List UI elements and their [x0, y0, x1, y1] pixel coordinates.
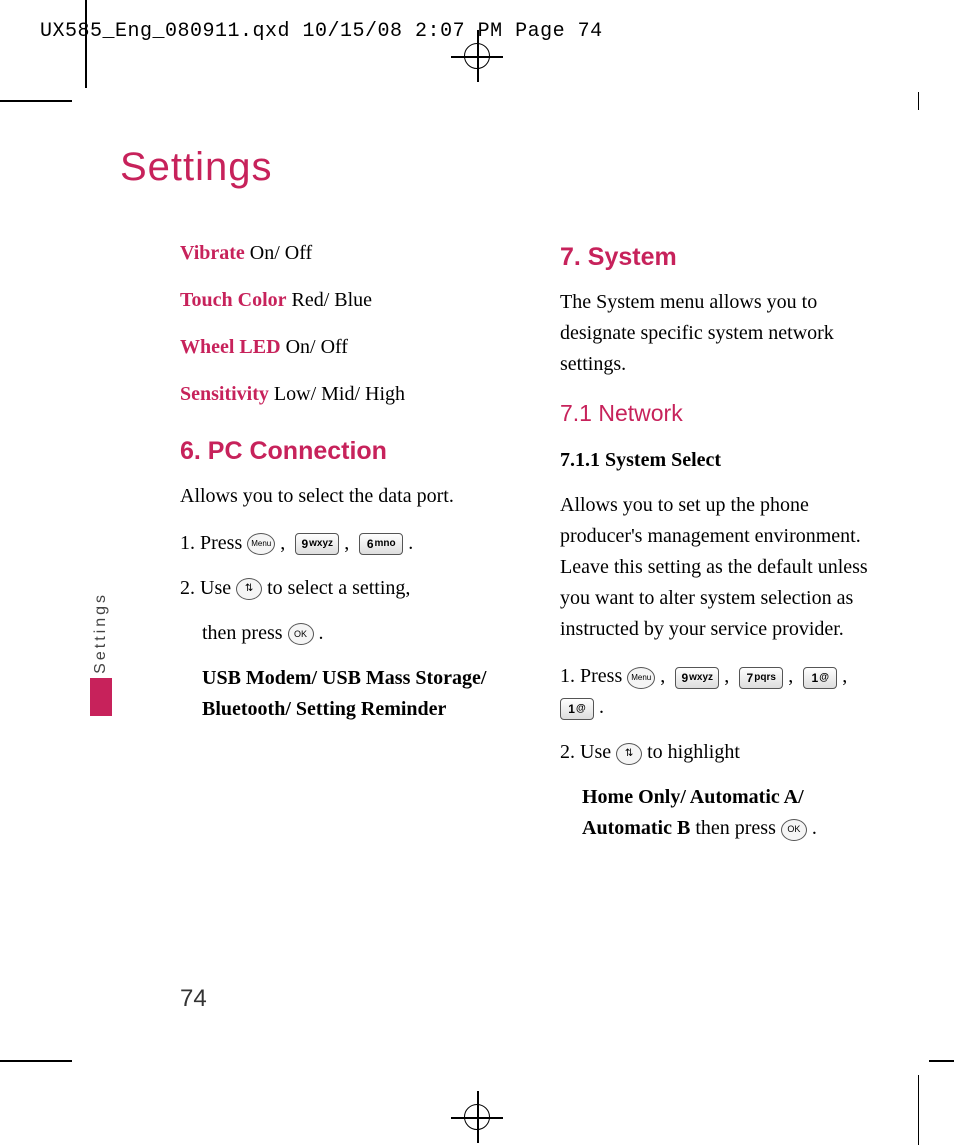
- pc-connection-desc: Allows you to select the data port.: [180, 481, 500, 512]
- step-text: then press: [690, 817, 781, 839]
- side-tab-bar: [90, 678, 112, 716]
- option-label: Sensitivity: [180, 383, 269, 405]
- key-1-icon: 1@: [803, 667, 837, 689]
- option-sensitivity: Sensitivity Low/ Mid/ High: [180, 379, 500, 410]
- option-touch-color: Touch Color Red/ Blue: [180, 285, 500, 316]
- right-column: 7. System The System menu allows you to …: [540, 238, 880, 858]
- option-values: Red/ Blue: [287, 289, 373, 311]
- step-text: to highlight: [647, 741, 740, 763]
- step-text: 2. Use: [560, 741, 616, 763]
- prepress-header: UX585_Eng_080911.qxd 10/15/08 2:07 PM Pa…: [40, 20, 603, 43]
- crop-mark: [929, 1060, 954, 1062]
- pc-connection-options: USB Modem/ USB Mass Storage/ Bluetooth/ …: [202, 663, 500, 725]
- option-values: On/ Off: [281, 336, 348, 358]
- left-column: Vibrate On/ Off Touch Color Red/ Blue Wh…: [120, 238, 500, 858]
- heading-pc-connection: 6. PC Connection: [180, 432, 500, 471]
- step-text: then press: [202, 622, 288, 644]
- option-values: On/ Off: [245, 242, 312, 264]
- menu-key-icon: Menu: [247, 533, 275, 555]
- key-9-icon: 9wxyz: [675, 667, 719, 689]
- key-9-icon: 9wxyz: [295, 533, 339, 555]
- page-number: 74: [180, 985, 207, 1013]
- step-2-cont: then press OK .: [202, 618, 500, 649]
- step-2: 2. Use ⇅ to select a setting,: [180, 573, 500, 604]
- option-wheel-led: Wheel LED On/ Off: [180, 332, 500, 363]
- heading-system: 7. System: [560, 238, 880, 277]
- page-title: Settings: [120, 145, 900, 190]
- step-2-cont: Home Only/ Automatic A/ Automatic B then…: [582, 782, 880, 844]
- key-7-icon: 7pqrs: [739, 667, 783, 689]
- menu-key-icon: Menu: [627, 667, 655, 689]
- option-label: Touch Color: [180, 289, 287, 311]
- crop-mark: [85, 0, 87, 88]
- ok-key-icon: OK: [781, 819, 807, 841]
- option-values: Low/ Mid/ High: [269, 383, 405, 405]
- key-1-icon: 1@: [560, 698, 594, 720]
- step-text: to select a setting,: [267, 577, 410, 599]
- crop-mark: [0, 100, 72, 102]
- option-label: Vibrate: [180, 242, 245, 264]
- system-select-desc: Allows you to set up the phone producer'…: [560, 490, 880, 645]
- step-text: 1. Press: [180, 532, 247, 554]
- nav-key-icon: ⇅: [616, 743, 642, 765]
- key-6-icon: 6mno: [359, 533, 403, 555]
- crop-mark: [0, 1060, 72, 1062]
- registration-mark-bottom: [464, 1104, 490, 1130]
- ok-key-icon: OK: [288, 623, 314, 645]
- option-label: Wheel LED: [180, 336, 281, 358]
- crop-mark: [918, 92, 920, 110]
- side-tab-label: Settings: [92, 592, 110, 674]
- option-vibrate: Vibrate On/ Off: [180, 238, 500, 269]
- system-desc: The System menu allows you to designate …: [560, 287, 880, 380]
- step-1: 1. Press Menu , 9wxyz , 6mno .: [180, 528, 500, 559]
- nav-key-icon: ⇅: [236, 578, 262, 600]
- heading-system-select: 7.1.1 System Select: [560, 445, 880, 476]
- step-2: 2. Use ⇅ to highlight: [560, 737, 880, 768]
- registration-mark-top: [464, 43, 490, 69]
- step-text: 1. Press: [560, 665, 627, 687]
- side-tab: Settings: [90, 592, 112, 716]
- step-1: 1. Press Menu , 9wxyz , 7pqrs , 1@ , 1@ …: [560, 661, 880, 723]
- step-text: 2. Use: [180, 577, 236, 599]
- heading-network: 7.1 Network: [560, 396, 880, 432]
- crop-mark: [918, 1075, 920, 1145]
